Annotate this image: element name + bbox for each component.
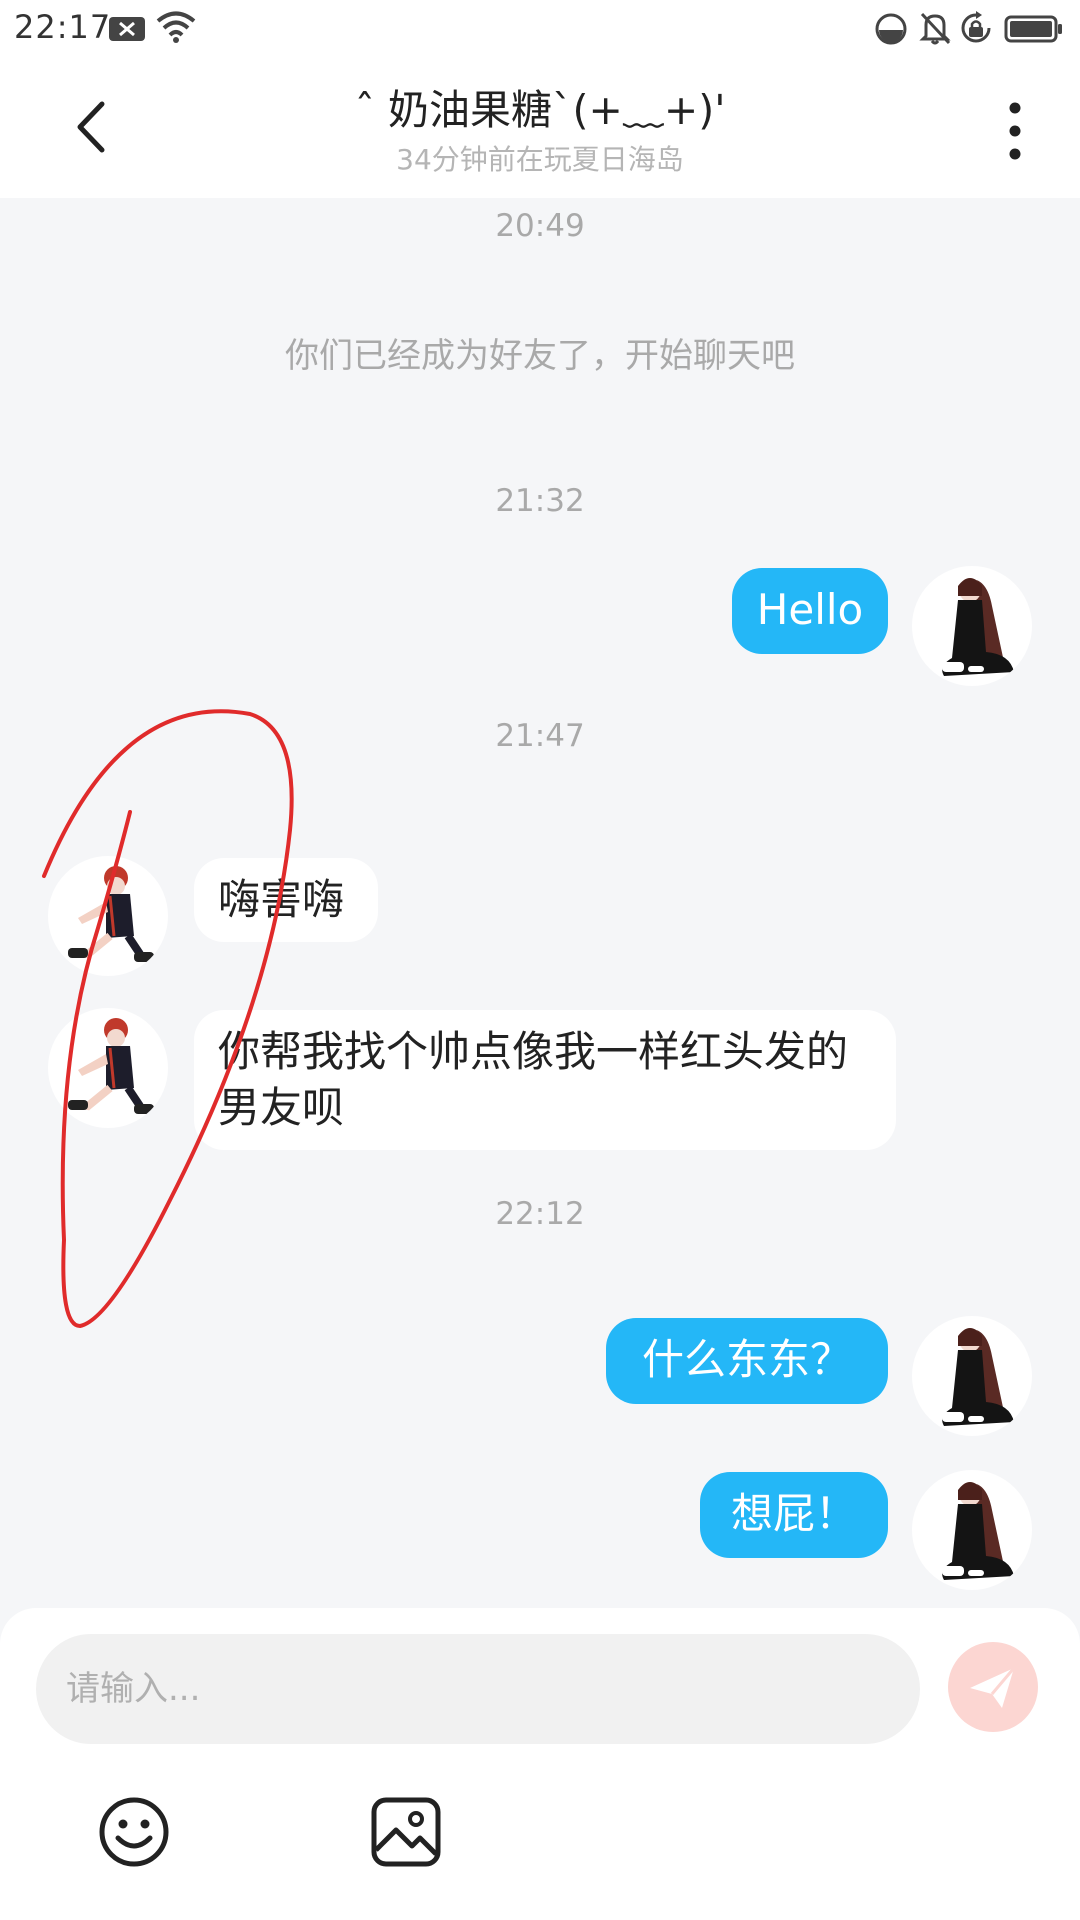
emoji-button[interactable] xyxy=(96,1794,172,1870)
more-options-button[interactable] xyxy=(990,96,1040,166)
contact-name: ˆ 奶油果糖`(+﹏+)' xyxy=(354,86,726,134)
avatar-girl-black-dress-icon xyxy=(942,1328,1014,1426)
avatar-red-hair-girl-icon xyxy=(68,866,154,962)
outgoing-message-bubble[interactable]: 什么东东？ xyxy=(606,1318,888,1404)
system-message: 你们已经成为好友了，开始聊天吧 xyxy=(285,336,795,376)
image-icon xyxy=(371,1797,441,1867)
chevron-left-icon xyxy=(77,101,105,153)
outgoing-message-bubble[interactable]: 想屁！ xyxy=(700,1472,888,1558)
back-button[interactable] xyxy=(60,92,130,162)
outgoing-message-bubble[interactable]: Hello xyxy=(732,568,888,654)
status-time: 22:17 xyxy=(14,8,112,46)
incoming-message-bubble[interactable]: 你帮我找个帅点像我一样红头发的男友呗 xyxy=(194,1010,896,1150)
message-list[interactable]: 20:49 你们已经成为好友了，开始聊天吧 21:32 Hello 21:47 xyxy=(0,198,1080,1608)
bell-muted-icon xyxy=(919,12,951,45)
notification-x-icon xyxy=(109,17,145,41)
message-input[interactable] xyxy=(36,1634,920,1744)
my-avatar[interactable] xyxy=(912,1470,1032,1590)
battery-icon xyxy=(1004,15,1062,43)
my-avatar[interactable] xyxy=(912,566,1032,686)
incoming-message-bubble[interactable]: 嗨害嗨 xyxy=(194,858,378,942)
timestamp: 21:47 xyxy=(495,718,585,754)
timestamp: 21:32 xyxy=(495,483,585,519)
friend-avatar[interactable] xyxy=(48,1008,168,1128)
friend-avatar[interactable] xyxy=(48,856,168,976)
timestamp: 22:12 xyxy=(495,1196,585,1232)
contact-status: 34分钟前在玩夏日海岛 xyxy=(396,143,684,176)
send-button[interactable] xyxy=(948,1642,1038,1732)
status-bar: 22:17 xyxy=(0,0,1080,58)
avatar-red-hair-girl-icon xyxy=(68,1018,154,1114)
avatar-girl-black-dress-icon xyxy=(942,1482,1014,1580)
chat-screen: 22:17 ˆ 奶油果糖`(+﹏+)' 34分钟前在玩夏日海岛 20:49 你们… xyxy=(0,0,1080,1920)
my-avatar[interactable] xyxy=(912,1316,1032,1436)
emoji-icon xyxy=(99,1797,169,1867)
more-vertical-icon xyxy=(1009,102,1021,160)
data-saver-icon xyxy=(875,13,907,45)
image-button[interactable] xyxy=(368,1794,444,1870)
timestamp: 20:49 xyxy=(495,208,585,244)
send-paper-plane-icon xyxy=(970,1667,1016,1708)
wifi-icon xyxy=(156,11,196,43)
avatar-girl-black-dress-icon xyxy=(942,578,1014,676)
chat-header: ˆ 奶油果糖`(+﹏+)' 34分钟前在玩夏日海岛 xyxy=(0,58,1080,198)
input-panel xyxy=(0,1608,1080,1920)
rotation-lock-icon xyxy=(961,11,991,43)
